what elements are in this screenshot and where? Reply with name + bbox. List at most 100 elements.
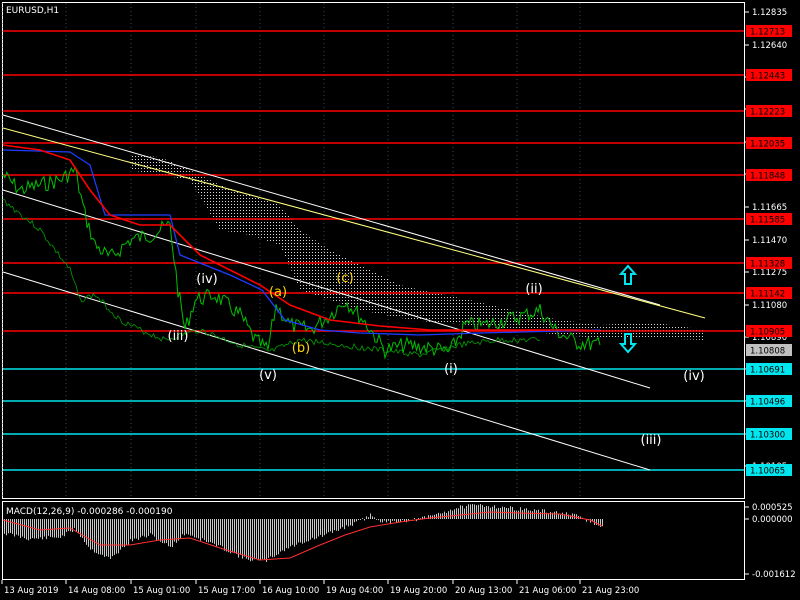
macd-histogram-bar: [54, 519, 55, 538]
macd-histogram-bar: [442, 513, 443, 519]
macd-histogram-bar: [288, 519, 289, 549]
macd-title: MACD(12,26,9) -0.000286 -0.000190: [6, 507, 173, 517]
macd-histogram-bar: [466, 506, 467, 519]
macd-histogram-bar: [558, 513, 559, 519]
macd-histogram-bar: [14, 519, 15, 537]
macd-histogram-bar: [206, 519, 207, 543]
macd-histogram-bar: [68, 519, 69, 531]
macd-histogram-bar: [116, 519, 117, 554]
channel-lower-line[interactable]: [2, 271, 651, 471]
macd-histogram-bar: [532, 511, 533, 519]
macd-histogram-bar: [534, 509, 535, 519]
macd-histogram-bar: [296, 519, 297, 545]
macd-histogram-bar: [272, 519, 273, 558]
macd-histogram-bar: [320, 519, 321, 535]
macd-histogram-bar: [198, 519, 199, 539]
macd-histogram-bar: [386, 519, 387, 523]
wave-label: (iii): [641, 433, 662, 448]
macd-histogram-bar: [312, 519, 313, 538]
macd-histogram-bar: [22, 519, 23, 537]
macd-histogram-bar: [96, 519, 97, 554]
macd-histogram-bar: [284, 519, 285, 552]
time-tick-label: 21 Aug 06:00: [519, 586, 576, 596]
macd-histogram-bar: [282, 519, 283, 551]
price-axis[interactable]: 1.128351.126401.124501.122601.120451.118…: [744, 8, 792, 477]
macd-histogram-bar: [286, 519, 287, 549]
macd-histogram-bar: [92, 519, 93, 550]
macd-histogram-bar: [142, 519, 143, 536]
macd-histogram-bar: [292, 519, 293, 545]
wave-label: (c): [336, 271, 353, 286]
wave-label: (ii): [525, 282, 542, 297]
macd-histogram-bar: [528, 510, 529, 519]
macd-histogram-bar: [360, 519, 361, 520]
macd-histogram-bar: [470, 504, 471, 519]
macd-histogram-bar: [26, 519, 27, 540]
time-tick-label: 14 Aug 08:00: [68, 586, 125, 596]
macd-histogram-bar: [144, 519, 145, 537]
time-axis[interactable]: 13 Aug 2019 14 Aug 08:00 15 Aug 01:00 15 Au…: [1, 580, 639, 596]
macd-histogram-bar: [328, 519, 329, 533]
macd-histogram-bar: [440, 513, 441, 519]
macd-histogram-bar: [210, 519, 211, 543]
macd-histogram-bar: [326, 519, 327, 534]
macd-histogram-bar: [290, 519, 291, 547]
macd-histogram-bar: [56, 519, 57, 538]
macd-histogram-bar: [334, 519, 335, 531]
hollow-up-arrow-icon: [618, 264, 638, 285]
macd-histogram-bar: [44, 519, 45, 537]
macd-histogram-bar: [280, 519, 281, 552]
macd-histogram-bar: [332, 519, 333, 533]
macd-histogram-bar: [524, 508, 525, 519]
macd-histogram-bar: [242, 519, 243, 559]
price-tick-label: 1.11080: [752, 301, 787, 311]
level-price-label: 1.10300: [750, 431, 785, 441]
cloud-area: [130, 155, 705, 340]
macd-histogram-bar: [28, 519, 29, 541]
macd-histogram-bar: [308, 519, 309, 542]
level-price-label: 1.11142: [750, 290, 785, 300]
wave-label: (iii): [168, 329, 189, 344]
macd-histogram-bar: [256, 519, 257, 559]
macd-histogram-bar: [192, 519, 193, 536]
macd-histogram-bar: [514, 510, 515, 519]
macd-histogram-bar: [232, 519, 233, 553]
macd-histogram-bar: [46, 519, 47, 540]
level-price-label: 1.11585: [750, 216, 785, 226]
trading-chart[interactable]: (iv) (iii) (v) (a) (b) (c) (i) (ii) (iv) (iii) 1.…: [0, 0, 800, 600]
macd-histogram-bar: [596, 519, 597, 525]
macd-histogram-bar: [226, 519, 227, 552]
macd-histogram-bar: [106, 519, 107, 557]
macd-histogram-bar: [438, 512, 439, 519]
macd-histogram-bar: [88, 519, 89, 547]
macd-histogram-bar: [436, 513, 437, 519]
macd-histogram-bar: [100, 519, 101, 555]
macd-histogram-bar: [518, 510, 519, 519]
macd-histogram-bar: [204, 519, 205, 541]
macd-histogram-bar: [508, 508, 509, 519]
macd-histogram-bar: [544, 509, 545, 519]
wave-label: (a): [269, 285, 287, 300]
macd-histogram-bar: [444, 511, 445, 519]
macd-histogram-bar: [372, 516, 373, 519]
macd-histogram-bar: [504, 507, 505, 519]
macd-histogram-bar: [506, 507, 507, 519]
macd-histogram-bar: [108, 519, 109, 557]
level-price-label: 1.11848: [750, 172, 785, 182]
horizontal-levels[interactable]: [3, 30, 744, 471]
macd-histogram-bar: [368, 517, 369, 519]
macd-histogram-bar: [122, 519, 123, 547]
macd-histogram-bar: [250, 519, 251, 562]
macd-histogram-bar: [556, 511, 557, 519]
macd-histogram-bar: [200, 519, 201, 541]
macd-histogram-bar: [460, 505, 461, 519]
level-price-label: 1.11328: [750, 260, 785, 270]
macd-histogram-bar: [180, 519, 181, 539]
macd-histogram-bar: [16, 519, 17, 535]
macd-histogram-bar: [408, 519, 409, 521]
macd-histogram-bar: [128, 519, 129, 545]
macd-histogram-bar: [462, 505, 463, 519]
macd-histogram-bar: [362, 518, 363, 519]
time-tick-label: 21 Aug 23:00: [582, 586, 639, 596]
macd-histogram-bar: [448, 511, 449, 519]
